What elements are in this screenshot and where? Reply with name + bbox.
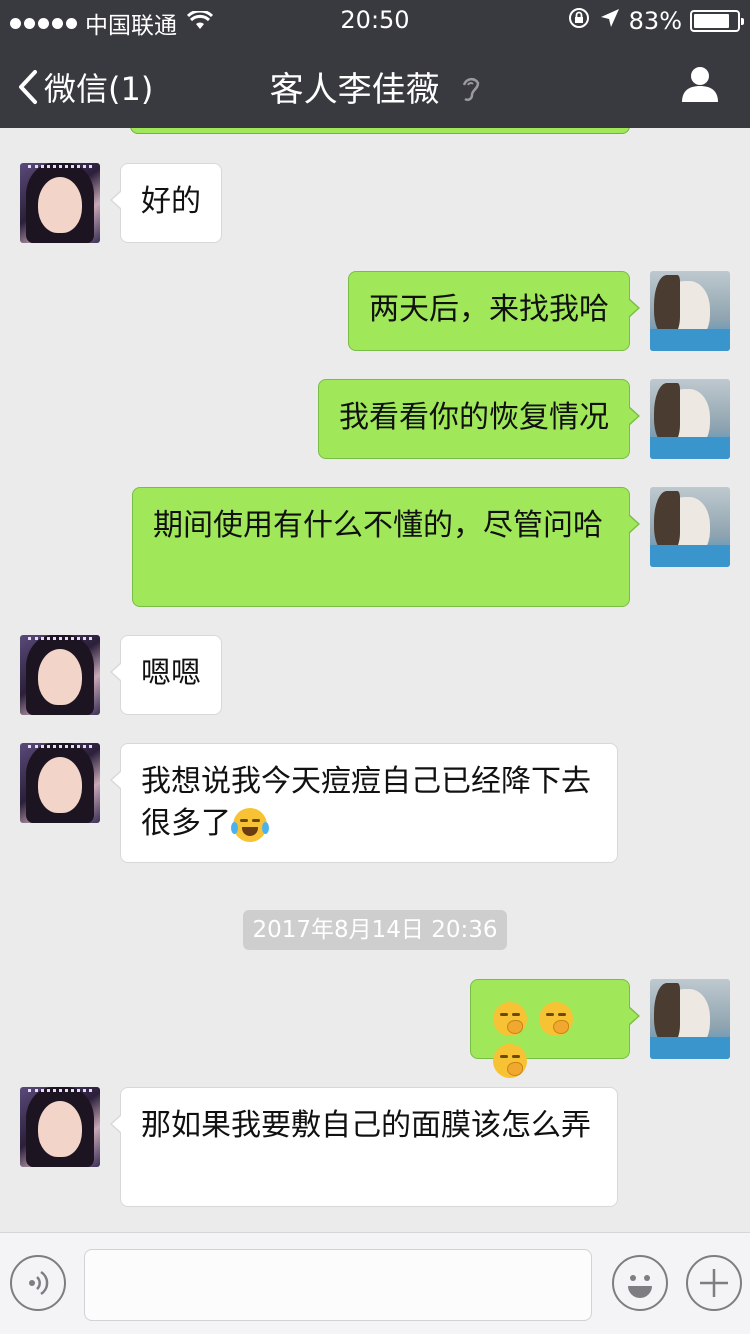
status-right: 83% (567, 6, 744, 36)
contact-avatar[interactable] (20, 743, 100, 823)
person-icon (682, 67, 718, 102)
more-button[interactable] (686, 1255, 742, 1311)
emoji-button[interactable] (612, 1255, 668, 1311)
battery-icon (690, 10, 744, 32)
message-timestamp: 2017年8月14日 20:36 (243, 910, 507, 950)
hand-over-mouth-emoji-icon (493, 1043, 527, 1078)
contact-avatar[interactable] (20, 635, 100, 715)
emoji-icon (628, 1275, 652, 1298)
status-bar: 中国联通 20:50 83% (0, 0, 750, 40)
message-bubble[interactable]: 那如果我要敷自己的面膜该怎么弄 (110, 1087, 618, 1207)
partial-message-bubble (130, 128, 630, 134)
my-avatar[interactable] (650, 271, 730, 351)
orientation-lock-icon (567, 6, 591, 36)
message-bubble[interactable]: 嗯嗯 (110, 635, 222, 715)
input-bar (0, 1232, 750, 1334)
message-bubble[interactable]: 好的 (110, 163, 222, 243)
hand-over-mouth-emoji-icon (493, 1001, 527, 1036)
my-avatar[interactable] (650, 979, 730, 1059)
profile-button[interactable] (680, 64, 720, 108)
message-bubble[interactable]: 我看看你的恢复情况 (318, 379, 640, 459)
message-input[interactable] (84, 1249, 592, 1321)
chat-area[interactable]: 好的 两天后，来找我哈 我看看你的恢复情况 期间使用有什么不懂的，尽管问哈 嗯嗯… (0, 128, 750, 1232)
battery-percent: 83% (628, 7, 682, 35)
chat-title: 客人李佳薇 (0, 62, 750, 112)
hand-over-mouth-emoji-icon (538, 1001, 573, 1036)
contact-avatar[interactable] (20, 1087, 100, 1167)
message-bubble[interactable]: 两天后，来找我哈 (348, 271, 640, 351)
nav-bar: 微信(1) 客人李佳薇 (0, 40, 750, 128)
plus-icon (700, 1269, 728, 1297)
message-bubble[interactable]: 我想说我今天痘痘自己已经降下去很多了 (110, 743, 618, 863)
message-text: 我想说我今天痘痘自己已经降下去很多了 (141, 764, 591, 841)
contact-avatar[interactable] (20, 163, 100, 243)
voice-button[interactable] (10, 1255, 66, 1311)
my-avatar[interactable] (650, 487, 730, 567)
message-bubble[interactable]: 期间使用有什么不懂的，尽管问哈 (132, 487, 640, 607)
laughing-crying-emoji-icon (231, 807, 269, 842)
message-bubble[interactable] (470, 979, 640, 1078)
battery-fill (694, 14, 729, 28)
voice-icon (29, 1270, 49, 1296)
ear-icon (460, 72, 480, 112)
contact-name: 客人李佳薇 (269, 70, 440, 110)
location-arrow-icon (599, 7, 621, 35)
my-avatar[interactable] (650, 379, 730, 459)
